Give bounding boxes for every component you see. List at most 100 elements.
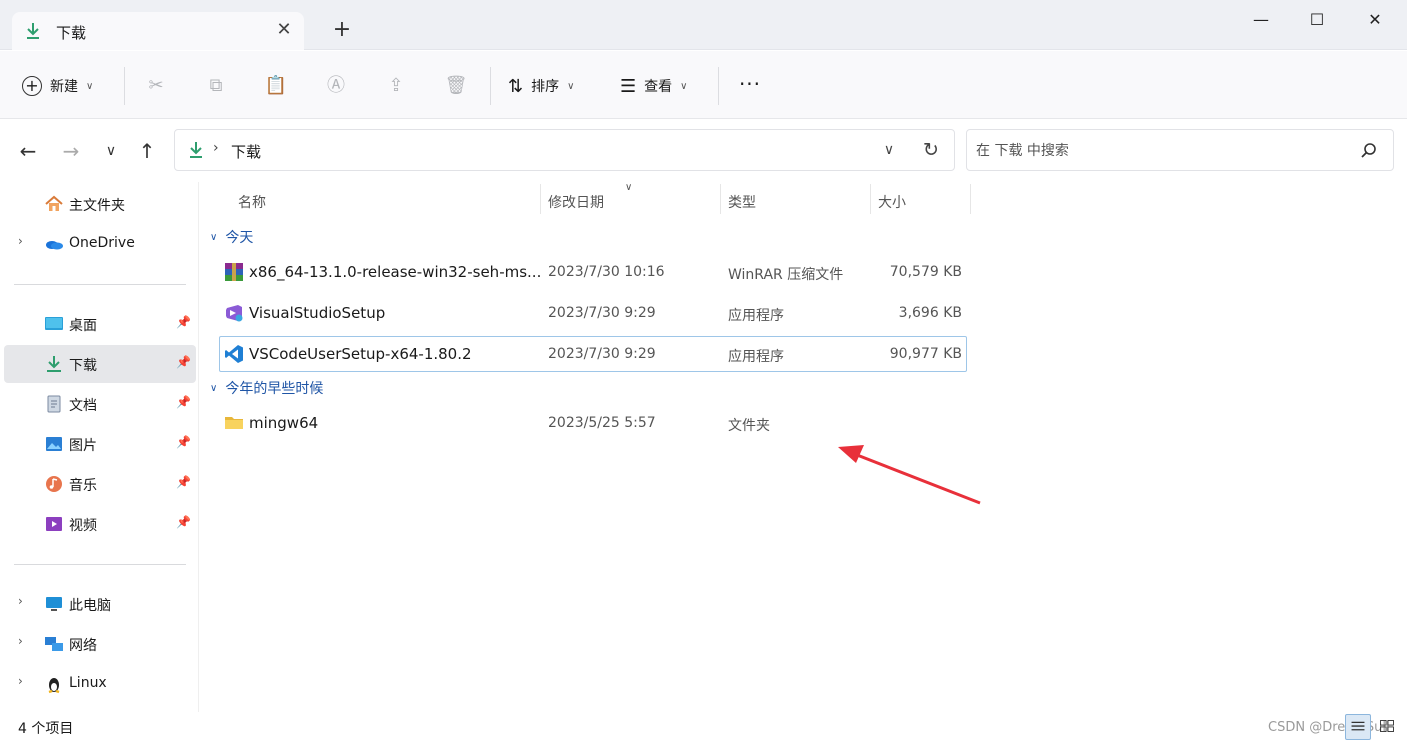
sidebar-item-label: 桌面 bbox=[69, 318, 97, 334]
download-icon bbox=[190, 142, 202, 158]
sidebar-item-documents[interactable]: 文档 📌 bbox=[4, 385, 196, 423]
sort-button[interactable]: ⇅ 排序 ∨ bbox=[508, 73, 574, 99]
title-bar: 下载 ✕ + — ☐ ✕ bbox=[0, 0, 1407, 50]
chevron-right-icon[interactable]: › bbox=[18, 594, 23, 608]
more-options-button[interactable]: ··· bbox=[737, 73, 763, 99]
folder-icon bbox=[225, 417, 243, 429]
sidebar-divider bbox=[14, 564, 186, 565]
home-icon bbox=[45, 195, 63, 211]
view-label: 查看 bbox=[644, 79, 673, 95]
toolbar-separator bbox=[124, 67, 125, 105]
pin-icon[interactable]: 📌 bbox=[176, 395, 191, 409]
sidebar-item-this-pc[interactable]: › 此电脑 bbox=[4, 585, 196, 623]
sidebar-item-linux[interactable]: › Linux bbox=[4, 665, 196, 703]
new-button[interactable]: + 新建 ∨ bbox=[22, 73, 93, 99]
tiles-view-button[interactable] bbox=[1375, 714, 1401, 740]
chevron-down-icon: ∨ bbox=[86, 80, 94, 92]
paste-icon[interactable]: 📋 bbox=[263, 73, 289, 99]
chevron-right-icon[interactable]: › bbox=[18, 634, 23, 648]
breadcrumb-chevron-icon: › bbox=[213, 140, 219, 156]
add-circle-icon: + bbox=[22, 76, 42, 96]
view-button[interactable]: ☰ 查看 ∨ bbox=[620, 73, 687, 99]
share-icon[interactable]: ⇪ bbox=[383, 73, 409, 99]
delete-icon[interactable]: 🗑 bbox=[443, 73, 469, 99]
rename-icon[interactable]: Ⓐ bbox=[323, 73, 349, 99]
chevron-right-icon[interactable]: › bbox=[18, 674, 23, 688]
sidebar-item-label: Linux bbox=[69, 675, 107, 691]
sidebar-item-label: 此电脑 bbox=[69, 598, 111, 614]
file-type: 应用程序 bbox=[728, 349, 784, 365]
sidebar-item-label: 音乐 bbox=[69, 478, 97, 494]
file-date: 2023/7/30 9:29 bbox=[548, 346, 656, 362]
sidebar-item-pictures[interactable]: 图片 📌 bbox=[4, 425, 196, 463]
column-divider[interactable] bbox=[870, 184, 871, 214]
file-list: 名称 修改日期 ∨ 类型 大小 ∨ 今天 x86_64-13.1.0-relea… bbox=[200, 182, 1407, 712]
file-size: 3,696 KB bbox=[898, 305, 962, 321]
watermark: CSDN @DreamSull bbox=[1268, 720, 1390, 735]
tab-title: 下载 bbox=[56, 24, 87, 42]
table-row[interactable]: VisualStudioSetup 2023/7/30 9:29 应用程序 3,… bbox=[219, 295, 967, 331]
column-header-type[interactable]: 类型 bbox=[728, 192, 756, 228]
pin-icon[interactable]: 📌 bbox=[176, 475, 191, 489]
group-header-today[interactable]: ∨ 今天 bbox=[210, 226, 253, 248]
search-input[interactable] bbox=[976, 141, 1346, 161]
view-list-icon: ☰ bbox=[620, 75, 637, 97]
sidebar-item-home[interactable]: 主文件夹 bbox=[4, 185, 196, 223]
file-name: x86_64-13.1.0-release-win32-seh-ms... bbox=[249, 263, 542, 281]
document-icon bbox=[47, 395, 61, 413]
column-divider[interactable] bbox=[970, 184, 971, 214]
winrar-icon bbox=[225, 263, 243, 281]
sidebar-item-label: OneDrive bbox=[69, 235, 135, 251]
copy-icon[interactable]: ⧉ bbox=[203, 73, 229, 99]
forward-arrow-icon[interactable]: → bbox=[58, 138, 84, 164]
search-icon[interactable] bbox=[1359, 141, 1379, 161]
visual-studio-icon bbox=[226, 305, 243, 322]
recent-locations-chevron-icon[interactable]: ∨ bbox=[98, 138, 124, 164]
refresh-icon[interactable]: ↻ bbox=[919, 138, 943, 162]
column-header-date[interactable]: 修改日期 bbox=[548, 192, 604, 228]
sidebar-item-onedrive[interactable]: › OneDrive bbox=[4, 225, 196, 263]
column-divider[interactable] bbox=[720, 184, 721, 214]
tiles-view-icon bbox=[1380, 720, 1394, 732]
toolbar-separator bbox=[490, 67, 491, 105]
breadcrumb-location[interactable]: 下载 bbox=[231, 141, 261, 162]
sidebar-item-music[interactable]: 音乐 📌 bbox=[4, 465, 196, 503]
pin-icon[interactable]: 📌 bbox=[176, 435, 191, 449]
address-dropdown-icon[interactable]: ∨ bbox=[879, 140, 899, 160]
sidebar-item-videos[interactable]: 视频 📌 bbox=[4, 505, 196, 543]
maximize-button[interactable]: ☐ bbox=[1302, 8, 1332, 32]
chevron-right-icon[interactable]: › bbox=[18, 234, 23, 248]
column-header-size[interactable]: 大小 bbox=[878, 192, 906, 228]
music-icon bbox=[46, 476, 62, 492]
sidebar-item-desktop[interactable]: 桌面 📌 bbox=[4, 305, 196, 343]
pin-icon[interactable]: 📌 bbox=[176, 355, 191, 369]
up-arrow-icon[interactable]: ↑ bbox=[134, 138, 160, 164]
close-tab-icon[interactable]: ✕ bbox=[274, 20, 294, 40]
search-box[interactable] bbox=[966, 129, 1394, 171]
address-bar[interactable]: › 下载 ∨ ↻ bbox=[174, 129, 955, 171]
new-tab-button[interactable]: + bbox=[330, 18, 354, 42]
group-header-earlier[interactable]: ∨ 今年的早些时候 bbox=[210, 377, 323, 399]
file-type: WinRAR 压缩文件 bbox=[728, 267, 844, 283]
details-view-button[interactable] bbox=[1345, 714, 1371, 740]
sidebar-item-downloads[interactable]: 下载 📌 bbox=[4, 345, 196, 383]
tab-downloads[interactable]: 下载 ✕ bbox=[12, 12, 304, 50]
file-type: 应用程序 bbox=[728, 308, 784, 324]
close-window-button[interactable]: ✕ bbox=[1360, 8, 1390, 32]
sidebar-item-label: 下载 bbox=[69, 358, 97, 374]
sort-label: 排序 bbox=[531, 79, 560, 95]
back-arrow-icon[interactable]: ← bbox=[15, 138, 41, 164]
sidebar-item-label: 网络 bbox=[69, 638, 97, 654]
table-row[interactable]: x86_64-13.1.0-release-win32-seh-ms... 20… bbox=[219, 254, 967, 290]
minimize-button[interactable]: — bbox=[1246, 8, 1276, 32]
table-row[interactable]: VSCodeUserSetup-x64-1.80.2 2023/7/30 9:2… bbox=[219, 336, 967, 372]
pin-icon[interactable]: 📌 bbox=[176, 515, 191, 529]
cut-icon[interactable]: ✂ bbox=[143, 73, 169, 99]
file-date: 2023/5/25 5:57 bbox=[548, 415, 656, 431]
network-icon bbox=[45, 637, 63, 651]
pin-icon[interactable]: 📌 bbox=[176, 315, 191, 329]
column-divider[interactable] bbox=[540, 184, 541, 214]
sidebar-item-network[interactable]: › 网络 bbox=[4, 625, 196, 663]
chevron-down-icon: ∨ bbox=[680, 80, 688, 92]
column-header-name[interactable]: 名称 bbox=[238, 192, 266, 228]
